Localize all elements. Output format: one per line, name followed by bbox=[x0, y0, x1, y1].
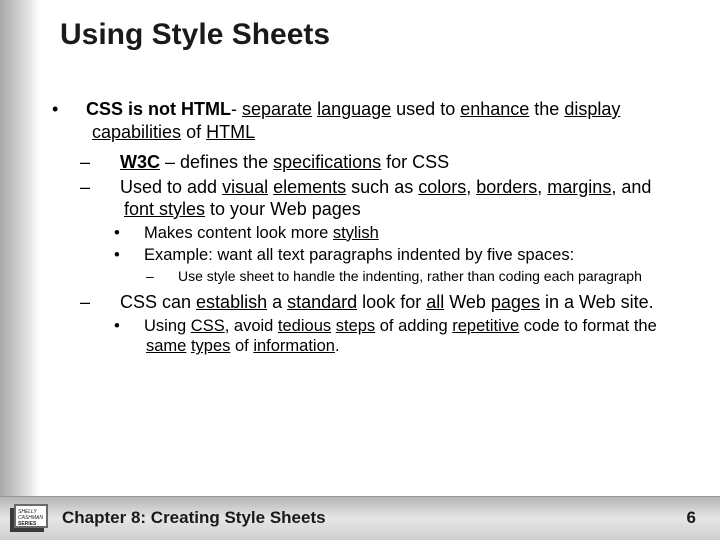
slide-body: •CSS is not HTML- separate language used… bbox=[72, 98, 684, 357]
bullet-dot-icon: • bbox=[130, 316, 144, 337]
bullet-level2: –Used to add visual elements such as col… bbox=[102, 176, 684, 221]
bullet-dot-icon: • bbox=[130, 223, 144, 244]
footer-chapter-title: Chapter 8: Creating Style Sheets bbox=[62, 508, 326, 528]
bullet-level3: •Using CSS, avoid tedious steps of addin… bbox=[130, 316, 684, 357]
bullet-text: Example: want all text paragraphs indent… bbox=[144, 246, 574, 264]
bullet-dot-icon: • bbox=[130, 245, 144, 266]
bullet-text: CSS can establish a standard look for al… bbox=[120, 292, 654, 312]
bullet-level3: •Example: want all text paragraphs inden… bbox=[130, 245, 684, 266]
bullet-level3: •Makes content look more stylish bbox=[130, 223, 684, 244]
bullet-text: Makes content look more stylish bbox=[144, 224, 379, 242]
bullet-text-bold: CSS is not HTML bbox=[86, 99, 231, 119]
bullet-dot-icon: • bbox=[72, 98, 86, 121]
bullet-level1: •CSS is not HTML- separate language used… bbox=[72, 98, 684, 143]
svg-text:SERIES: SERIES bbox=[18, 521, 37, 527]
dash-icon: – bbox=[102, 176, 120, 199]
bullet-level2: –CSS can establish a standard look for a… bbox=[102, 291, 684, 314]
footer-page-number: 6 bbox=[687, 508, 696, 528]
dash-icon: – bbox=[102, 291, 120, 314]
left-gradient-band bbox=[0, 0, 40, 540]
slide-footer: SHELLY CASHMAN SERIES Chapter 8: Creatin… bbox=[0, 496, 720, 540]
slide-title: Using Style Sheets bbox=[60, 18, 330, 52]
dash-icon: – bbox=[102, 151, 120, 174]
bullet-text: Used to add visual elements such as colo… bbox=[120, 177, 651, 220]
bullet-text: W3C – defines the specifications for CSS bbox=[120, 152, 449, 172]
publisher-logo-icon: SHELLY CASHMAN SERIES bbox=[8, 502, 50, 536]
bullet-level4: –Use style sheet to handle the indenting… bbox=[162, 268, 684, 286]
bullet-text: Use style sheet to handle the indenting,… bbox=[178, 268, 642, 284]
dash-icon: – bbox=[162, 268, 178, 286]
bullet-level2: –W3C – defines the specifications for CS… bbox=[102, 151, 684, 174]
bullet-text: Using CSS, avoid tedious steps of adding… bbox=[144, 317, 657, 356]
